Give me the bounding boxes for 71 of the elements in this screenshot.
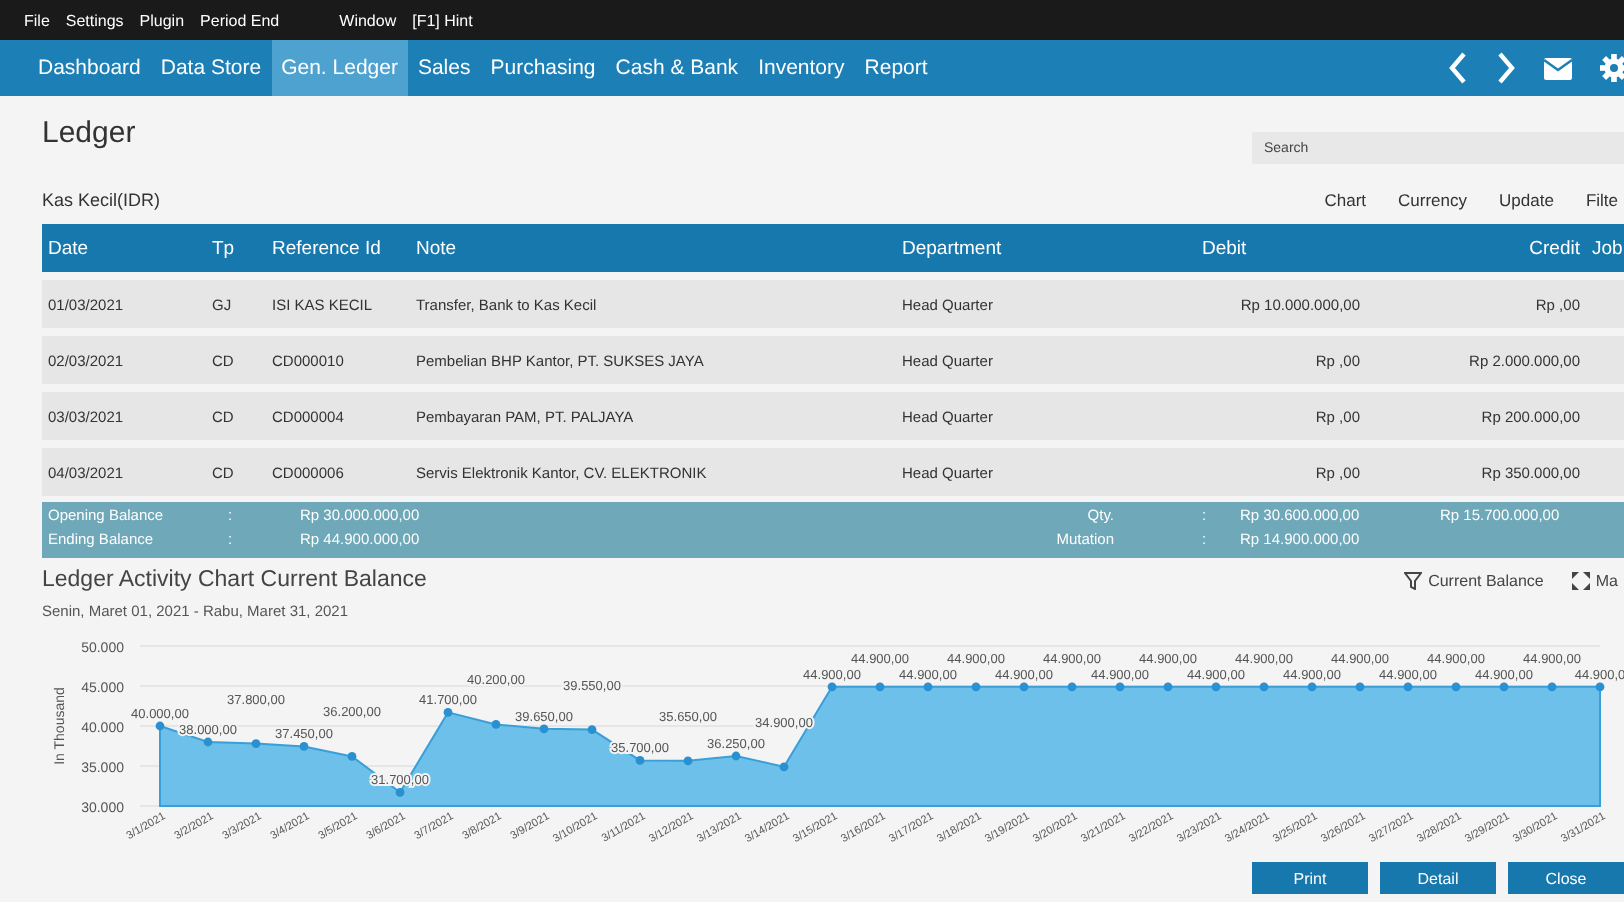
data-point xyxy=(1547,682,1557,692)
column-header[interactable]: Note xyxy=(410,237,896,259)
toolbar-link[interactable]: Currency xyxy=(1398,190,1468,210)
nav-tab[interactable]: Report xyxy=(854,40,938,96)
data-point xyxy=(347,752,357,761)
data-point xyxy=(443,708,453,717)
data-point xyxy=(1355,682,1365,692)
data-point xyxy=(1499,682,1509,692)
toolbar-link[interactable]: Filte xyxy=(1585,190,1618,210)
filter-icon xyxy=(1404,571,1423,589)
detail-button[interactable]: Detail xyxy=(1380,862,1496,894)
maximize-button[interactable]: Ma xyxy=(1571,571,1618,589)
menu-item[interactable]: [F1] Hint xyxy=(412,11,473,29)
data-point xyxy=(1163,682,1173,692)
nav-tab[interactable]: Inventory xyxy=(748,40,855,96)
nav-tab[interactable]: Purchasing xyxy=(480,40,606,96)
data-point xyxy=(875,682,885,692)
data-point xyxy=(587,725,597,734)
data-point xyxy=(683,756,693,766)
data-point xyxy=(779,762,789,772)
data-point xyxy=(299,742,309,751)
data-point xyxy=(1115,682,1125,692)
data-point xyxy=(1451,682,1461,692)
data-point xyxy=(539,724,549,734)
data-point xyxy=(731,751,741,761)
toolbar-link[interactable]: Update xyxy=(1499,190,1554,210)
nav-tab[interactable]: Cash & Bank xyxy=(605,40,749,96)
chart-title: Ledger Activity Chart Current Balance xyxy=(42,568,427,592)
data-point xyxy=(251,739,261,748)
column-header[interactable]: Debit xyxy=(1196,237,1366,259)
page-title: Ledger xyxy=(42,115,136,149)
nav-tab[interactable]: Dashboard xyxy=(28,40,151,96)
column-header[interactable]: Credit xyxy=(1366,237,1586,259)
data-point xyxy=(635,756,645,765)
nav-tab[interactable]: Sales xyxy=(407,40,481,96)
column-header[interactable]: Date xyxy=(42,237,206,259)
column-header[interactable]: Department xyxy=(896,237,1196,259)
nav-tab[interactable]: Data Store xyxy=(150,40,272,96)
data-point xyxy=(155,721,165,731)
data-point xyxy=(1019,682,1029,692)
filter-button[interactable]: Current Balance xyxy=(1404,571,1544,589)
nav-tab[interactable]: Gen. Ledger xyxy=(271,40,408,96)
menu-item[interactable]: Plugin xyxy=(139,11,185,29)
chevron-left-icon[interactable] xyxy=(1448,52,1468,84)
column-header[interactable]: Reference Id xyxy=(266,237,410,259)
menu-item[interactable]: File xyxy=(24,11,50,29)
data-point xyxy=(203,737,213,747)
print-button[interactable]: Print xyxy=(1252,862,1368,894)
account-label: Kas Kecil(IDR) xyxy=(42,190,161,210)
menu-item[interactable]: Window xyxy=(339,11,397,29)
data-point xyxy=(491,720,501,729)
column-header[interactable]: Job xyxy=(1586,237,1624,259)
chevron-right-icon[interactable] xyxy=(1496,52,1516,84)
data-point xyxy=(395,788,405,797)
column-header[interactable]: Tp xyxy=(206,237,266,259)
data-point xyxy=(1307,682,1317,692)
data-point xyxy=(1259,682,1269,692)
data-point xyxy=(971,682,981,692)
toolbar-link[interactable]: Chart xyxy=(1324,190,1367,210)
data-point xyxy=(1403,682,1413,692)
envelope-icon[interactable] xyxy=(1544,57,1572,79)
data-point xyxy=(1211,682,1221,692)
maximize-icon xyxy=(1571,571,1590,589)
menu-item[interactable]: Period End xyxy=(200,11,280,29)
data-point xyxy=(827,682,837,692)
close-button[interactable]: Close xyxy=(1508,862,1624,894)
data-point xyxy=(1595,682,1605,692)
menu-item[interactable]: Settings xyxy=(65,11,124,29)
data-point xyxy=(1067,682,1077,692)
data-point xyxy=(923,682,933,692)
settings-icon[interactable] xyxy=(1600,54,1624,82)
